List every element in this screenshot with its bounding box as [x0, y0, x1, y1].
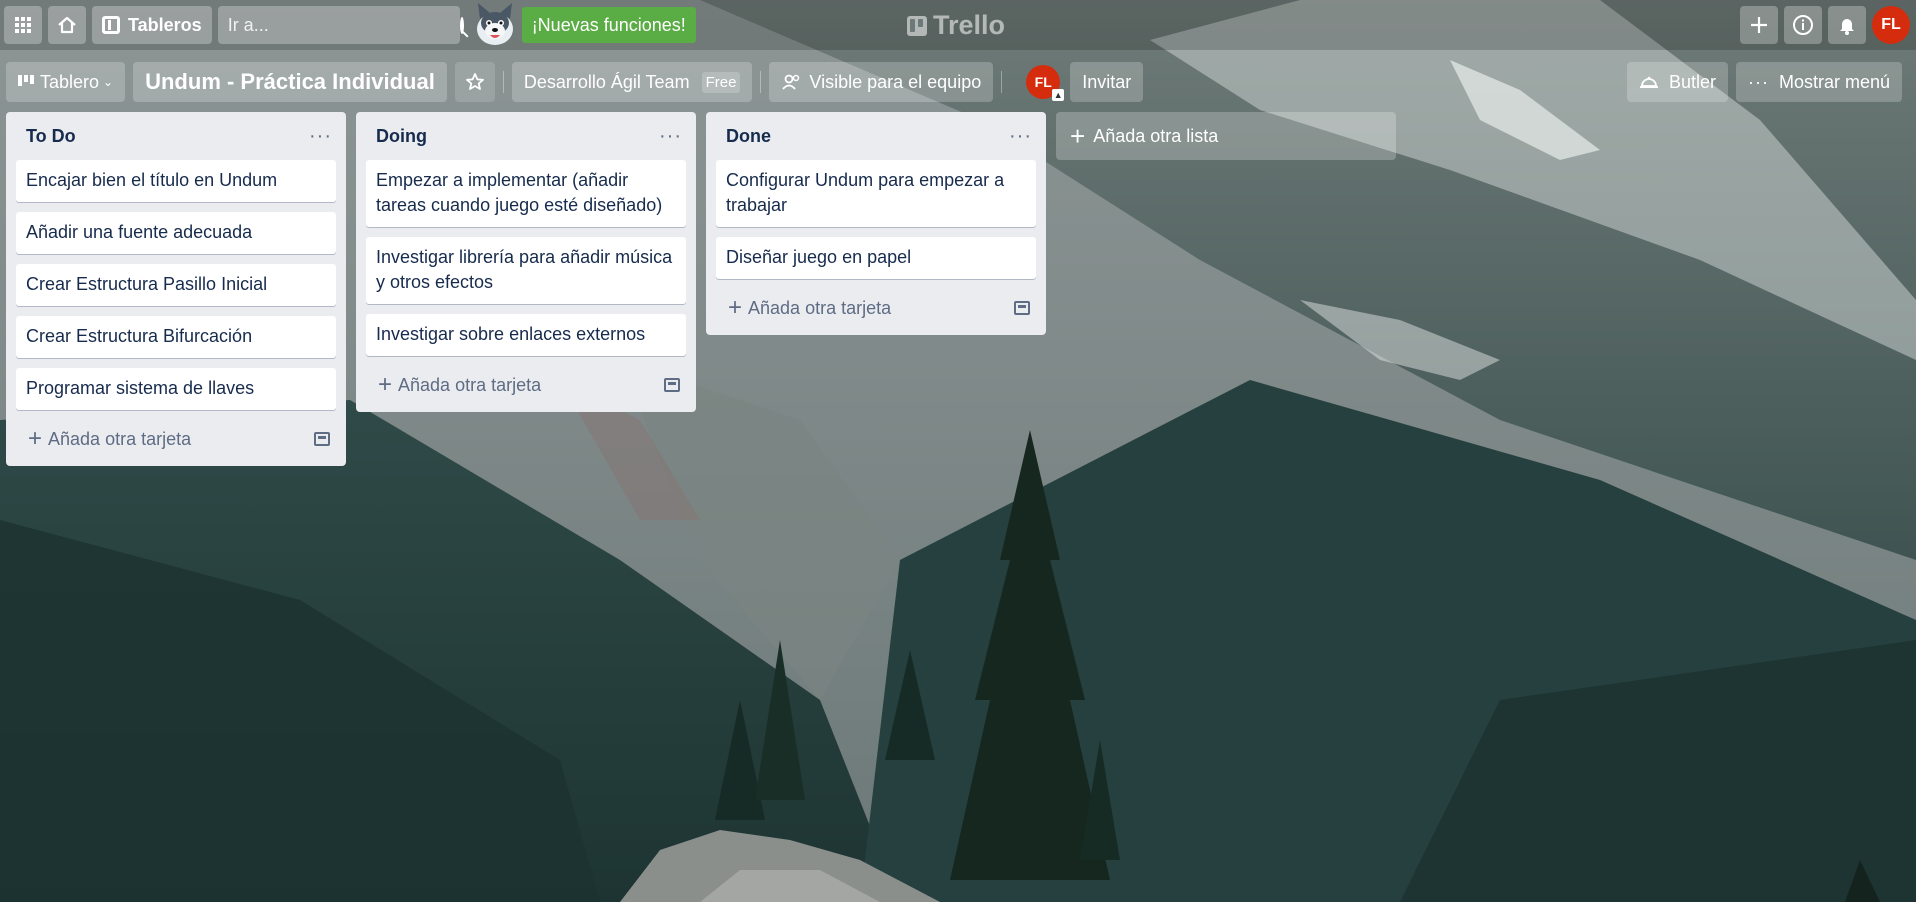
card[interactable]: Crear Estructura Bifurcación	[16, 316, 336, 358]
card-template-icon[interactable]	[1014, 301, 1030, 315]
boards-label: Tableros	[128, 14, 202, 35]
divider	[760, 71, 762, 93]
list-to-do[interactable]: To Do ··· Encajar bien el título en Undu…	[6, 112, 346, 466]
team-plan-badge: Free	[701, 71, 741, 93]
star-icon	[465, 73, 484, 90]
visibility-label: Visible para el equipo	[809, 71, 982, 92]
list-menu-icon[interactable]: ···	[659, 125, 682, 148]
boards-button[interactable]: Tableros	[92, 6, 212, 44]
create-button[interactable]	[1740, 6, 1778, 44]
board-view-switcher[interactable]: Tablero ⌄	[6, 62, 126, 102]
add-card-button[interactable]: + Añada otra tarjeta	[716, 287, 1036, 329]
card[interactable]: Crear Estructura Pasillo Inicial	[16, 264, 336, 306]
card[interactable]: Añadir una fuente adecuada	[16, 212, 336, 254]
butler-bell-icon	[1639, 76, 1658, 88]
card-template-icon[interactable]	[314, 432, 330, 446]
search-input[interactable]	[227, 14, 460, 36]
list-title[interactable]: To Do	[26, 126, 76, 147]
admin-badge-icon: ▲	[1052, 89, 1065, 101]
star-board-button[interactable]	[454, 62, 495, 102]
plus-icon: +	[1070, 121, 1086, 151]
show-menu-button[interactable]: ··· Mostrar menú	[1735, 62, 1902, 102]
board-title[interactable]: Undum - Práctica Individual	[133, 62, 447, 102]
show-menu-label: Mostrar menú	[1778, 71, 1890, 92]
more-dots-icon: ···	[1747, 71, 1769, 92]
boards-icon	[102, 16, 120, 34]
list-header: Doing ···	[366, 112, 686, 160]
chevron-down-icon: ⌄	[103, 75, 114, 89]
plus-icon	[1751, 17, 1767, 33]
team-button[interactable]: Desarrollo Ágil Team Free	[511, 62, 753, 102]
add-card-button[interactable]: + Añada otra tarjeta	[366, 364, 686, 406]
search-box[interactable]	[217, 6, 464, 44]
list-done[interactable]: Done ··· Configurar Undum para empezar a…	[706, 112, 1046, 335]
header-right-actions: FL	[1740, 6, 1910, 44]
butler-button[interactable]: Butler	[1626, 62, 1728, 102]
list-title[interactable]: Doing	[376, 126, 427, 147]
notifications-button[interactable]	[1828, 6, 1866, 44]
add-list-label: Añada otra lista	[1093, 125, 1219, 146]
add-card-label: Añada otra tarjeta	[48, 428, 192, 449]
list-header: To Do ···	[16, 112, 336, 160]
card-template-icon[interactable]	[664, 378, 680, 392]
add-list-button[interactable]: + Añada otra lista	[1056, 112, 1396, 160]
card[interactable]: Configurar Undum para empezar a trabajar	[716, 160, 1036, 227]
member-initials: FL	[1034, 74, 1052, 90]
card[interactable]: Empezar a implementar (añadir tareas cua…	[366, 160, 686, 227]
invite-button[interactable]: Invitar	[1070, 62, 1144, 102]
search-icon[interactable]	[459, 16, 464, 34]
apps-grid-button[interactable]	[4, 6, 42, 44]
member-avatar[interactable]: FL ▲	[1026, 65, 1065, 101]
board-view-icon	[18, 75, 34, 86]
plus-icon: +	[28, 425, 43, 452]
board-header-right: Butler ··· Mostrar menú	[1626, 62, 1910, 102]
board-view-label: Tablero	[40, 71, 100, 92]
list-menu-icon[interactable]: ···	[309, 125, 332, 148]
list-menu-icon[interactable]: ···	[1009, 125, 1032, 148]
board-lists: To Do ··· Encajar bien el título en Undu…	[6, 112, 1396, 466]
plus-icon: +	[728, 294, 743, 321]
add-card-label: Añada otra tarjeta	[748, 297, 892, 318]
user-avatar[interactable]: FL	[1872, 6, 1910, 44]
butler-label: Butler	[1668, 71, 1716, 92]
divider	[1001, 71, 1003, 93]
trello-logo[interactable]: Trello	[907, 10, 1005, 41]
plus-icon: +	[378, 371, 393, 398]
list-title[interactable]: Done	[726, 126, 771, 147]
trello-logo-icon	[907, 15, 927, 36]
card[interactable]: Investigar sobre enlaces externos	[366, 314, 686, 356]
list-doing[interactable]: Doing ··· Empezar a implementar (añadir …	[356, 112, 696, 412]
visibility-button[interactable]: Visible para el equipo	[769, 62, 994, 102]
add-card-label: Añada otra tarjeta	[398, 374, 542, 395]
apps-grid-icon	[15, 17, 31, 33]
top-header: Tableros ¡Nuevas funciones! Trello FL	[0, 0, 1916, 50]
team-visibility-icon	[782, 74, 800, 90]
card[interactable]: Investigar librería para añadir música y…	[366, 237, 686, 304]
info-icon	[1793, 15, 1813, 35]
taco-mascot-icon[interactable]	[470, 1, 520, 49]
add-card-button[interactable]: + Añada otra tarjeta	[16, 418, 336, 460]
bell-icon	[1840, 19, 1854, 35]
list-header: Done ···	[716, 112, 1036, 160]
card[interactable]: Encajar bien el título en Undum	[16, 160, 336, 202]
card[interactable]: Programar sistema de llaves	[16, 368, 336, 410]
divider	[502, 71, 504, 93]
trello-logo-text: Trello	[933, 10, 1006, 40]
info-button[interactable]	[1784, 6, 1822, 44]
card[interactable]: Diseñar juego en papel	[716, 237, 1036, 279]
new-features-button[interactable]: ¡Nuevas funciones!	[521, 7, 696, 43]
board-header: Tablero ⌄ Undum - Práctica Individual De…	[0, 58, 1916, 106]
home-icon	[58, 16, 76, 34]
home-button[interactable]	[48, 6, 86, 44]
team-name: Desarrollo Ágil Team	[523, 71, 690, 92]
